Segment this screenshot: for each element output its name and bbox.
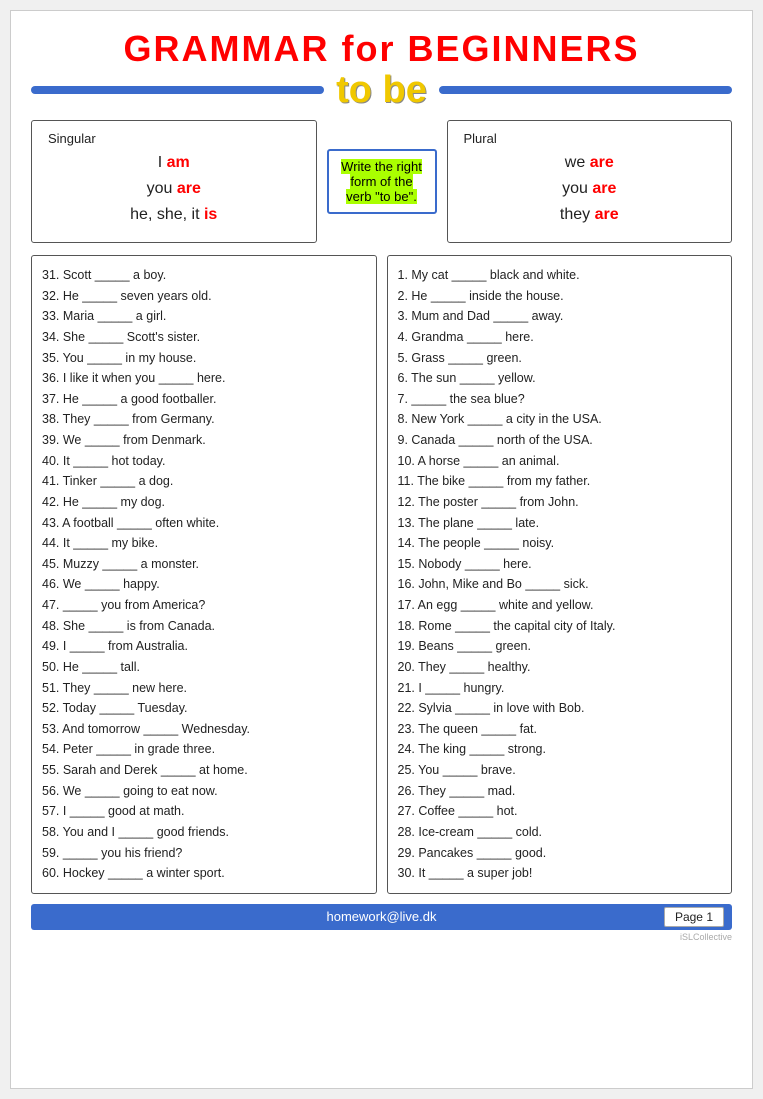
- title-bar-right: [439, 86, 732, 94]
- right-exercise-item: 3. Mum and Dad _____ away.: [398, 307, 722, 325]
- right-exercise-item: 29. Pancakes _____ good.: [398, 844, 722, 862]
- plural-label: Plural: [464, 131, 716, 146]
- left-exercise-item: 47. _____ you from America?: [42, 596, 366, 614]
- left-exercise-item: 51. They _____ new here.: [42, 679, 366, 697]
- singular-box: Singular I am you are he, she, it is: [31, 120, 317, 243]
- left-exercise-item: 36. I like it when you _____ here.: [42, 369, 366, 387]
- left-exercise-item: 33. Maria _____ a girl.: [42, 307, 366, 325]
- footer-email: homework@live.dk: [210, 909, 553, 924]
- verb-are-we: are: [590, 154, 614, 171]
- isl-logo: iSLCollective: [31, 932, 732, 942]
- verb-are-they: are: [595, 206, 619, 223]
- right-exercise-item: 11. The bike _____ from my father.: [398, 472, 722, 490]
- right-exercise-item: 30. It _____ a super job!: [398, 864, 722, 882]
- left-exercise-item: 55. Sarah and Derek _____ at home.: [42, 761, 366, 779]
- right-exercise-item: 22. Sylvia _____ in love with Bob.: [398, 699, 722, 717]
- plural-row-2: you are: [464, 180, 716, 198]
- instruction-box: Write the right form of the verb "to be"…: [327, 149, 437, 214]
- page-badge: Page 1: [664, 907, 724, 927]
- left-exercise-item: 39. We _____ from Denmark.: [42, 431, 366, 449]
- right-exercise-item: 15. Nobody _____ here.: [398, 555, 722, 573]
- singular-label: Singular: [48, 131, 300, 146]
- right-exercise-item: 27. Coffee _____ hot.: [398, 802, 722, 820]
- right-exercise-item: 23. The queen _____ fat.: [398, 720, 722, 738]
- verb-am: am: [167, 154, 190, 171]
- right-exercise-item: 14. The people _____ noisy.: [398, 534, 722, 552]
- right-exercise-item: 10. A horse _____ an animal.: [398, 452, 722, 470]
- left-exercise-item: 38. They _____ from Germany.: [42, 410, 366, 428]
- title-bar-left: [31, 86, 324, 94]
- left-exercise-col: 31. Scott _____ a boy. 32. He _____ seven…: [31, 255, 377, 894]
- singular-row-1: I am: [48, 154, 300, 172]
- left-exercise-item: 56. We _____ going to eat now.: [42, 782, 366, 800]
- left-exercise-item: 60. Hockey _____ a winter sport.: [42, 864, 366, 882]
- left-exercise-item: 32. He _____ seven years old.: [42, 287, 366, 305]
- footer: homework@live.dk Page 1: [31, 904, 732, 930]
- right-exercise-item: 17. An egg _____ white and yellow.: [398, 596, 722, 614]
- left-exercise-item: 42. He _____ my dog.: [42, 493, 366, 511]
- right-exercise-col: 1. My cat _____ black and white. 2. He __…: [387, 255, 733, 894]
- left-exercise-item: 46. We _____ happy.: [42, 575, 366, 593]
- right-exercise-item: 7. _____ the sea blue?: [398, 390, 722, 408]
- right-exercise-item: 25. You _____ brave.: [398, 761, 722, 779]
- right-exercise-item: 26. They _____ mad.: [398, 782, 722, 800]
- left-exercise-item: 49. I _____ from Australia.: [42, 637, 366, 655]
- right-exercise-item: 5. Grass _____ green.: [398, 349, 722, 367]
- right-exercise-item: 2. He _____ inside the house.: [398, 287, 722, 305]
- right-exercise-item: 4. Grandma _____ here.: [398, 328, 722, 346]
- conjugation-section: Singular I am you are he, she, it is Wri…: [31, 120, 732, 243]
- left-exercise-item: 57. I _____ good at math.: [42, 802, 366, 820]
- left-exercise-item: 59. _____ you his friend?: [42, 844, 366, 862]
- plural-row-1: we are: [464, 154, 716, 172]
- left-exercise-item: 48. She _____ is from Canada.: [42, 617, 366, 635]
- left-exercise-item: 41. Tinker _____ a dog.: [42, 472, 366, 490]
- singular-row-2: you are: [48, 180, 300, 198]
- left-exercise-item: 43. A football _____ often white.: [42, 514, 366, 532]
- right-exercise-item: 13. The plane _____ late.: [398, 514, 722, 532]
- right-exercise-item: 20. They _____ healthy.: [398, 658, 722, 676]
- left-exercise-item: 31. Scott _____ a boy.: [42, 266, 366, 284]
- left-exercise-item: 34. She _____ Scott's sister.: [42, 328, 366, 346]
- right-exercise-item: 9. Canada _____ north of the USA.: [398, 431, 722, 449]
- exercises-section: 31. Scott _____ a boy. 32. He _____ seven…: [31, 255, 732, 894]
- title-line2-wrapper: to be: [31, 69, 732, 112]
- verb-are-sg: are: [177, 180, 201, 197]
- right-exercise-item: 8. New York _____ a city in the USA.: [398, 410, 722, 428]
- right-exercise-item: 19. Beans _____ green.: [398, 637, 722, 655]
- plural-row-3: they are: [464, 206, 716, 224]
- right-exercise-item: 12. The poster _____ from John.: [398, 493, 722, 511]
- footer-right: Page 1: [553, 907, 724, 927]
- left-exercise-item: 50. He _____ tall.: [42, 658, 366, 676]
- right-exercise-item: 18. Rome _____ the capital city of Italy…: [398, 617, 722, 635]
- left-exercise-item: 52. Today _____ Tuesday.: [42, 699, 366, 717]
- left-exercise-item: 44. It _____ my bike.: [42, 534, 366, 552]
- left-exercise-item: 37. He _____ a good footballer.: [42, 390, 366, 408]
- left-exercise-item: 54. Peter _____ in grade three.: [42, 740, 366, 758]
- right-exercise-item: 1. My cat _____ black and white.: [398, 266, 722, 284]
- instruction-text: Write the right form of the verb "to be"…: [341, 159, 422, 204]
- left-exercise-item: 53. And tomorrow _____ Wednesday.: [42, 720, 366, 738]
- plural-box: Plural we are you are they are: [447, 120, 733, 243]
- right-exercise-item: 21. I _____ hungry.: [398, 679, 722, 697]
- right-exercise-item: 24. The king _____ strong.: [398, 740, 722, 758]
- right-exercise-item: 28. Ice-cream _____ cold.: [398, 823, 722, 841]
- singular-row-3: he, she, it is: [48, 206, 300, 224]
- verb-is: is: [204, 206, 217, 223]
- title-line2: to be: [324, 69, 439, 112]
- page: GRAMMAR for BEGINNERS to be Singular I a…: [10, 10, 753, 1089]
- left-exercise-item: 45. Muzzy _____ a monster.: [42, 555, 366, 573]
- verb-are-you-pl: are: [592, 180, 616, 197]
- right-exercise-item: 16. John, Mike and Bo _____ sick.: [398, 575, 722, 593]
- title-line1: GRAMMAR for BEGINNERS: [31, 29, 732, 69]
- right-exercise-item: 6. The sun _____ yellow.: [398, 369, 722, 387]
- left-exercise-item: 40. It _____ hot today.: [42, 452, 366, 470]
- left-exercise-item: 35. You _____ in my house.: [42, 349, 366, 367]
- left-exercise-item: 58. You and I _____ good friends.: [42, 823, 366, 841]
